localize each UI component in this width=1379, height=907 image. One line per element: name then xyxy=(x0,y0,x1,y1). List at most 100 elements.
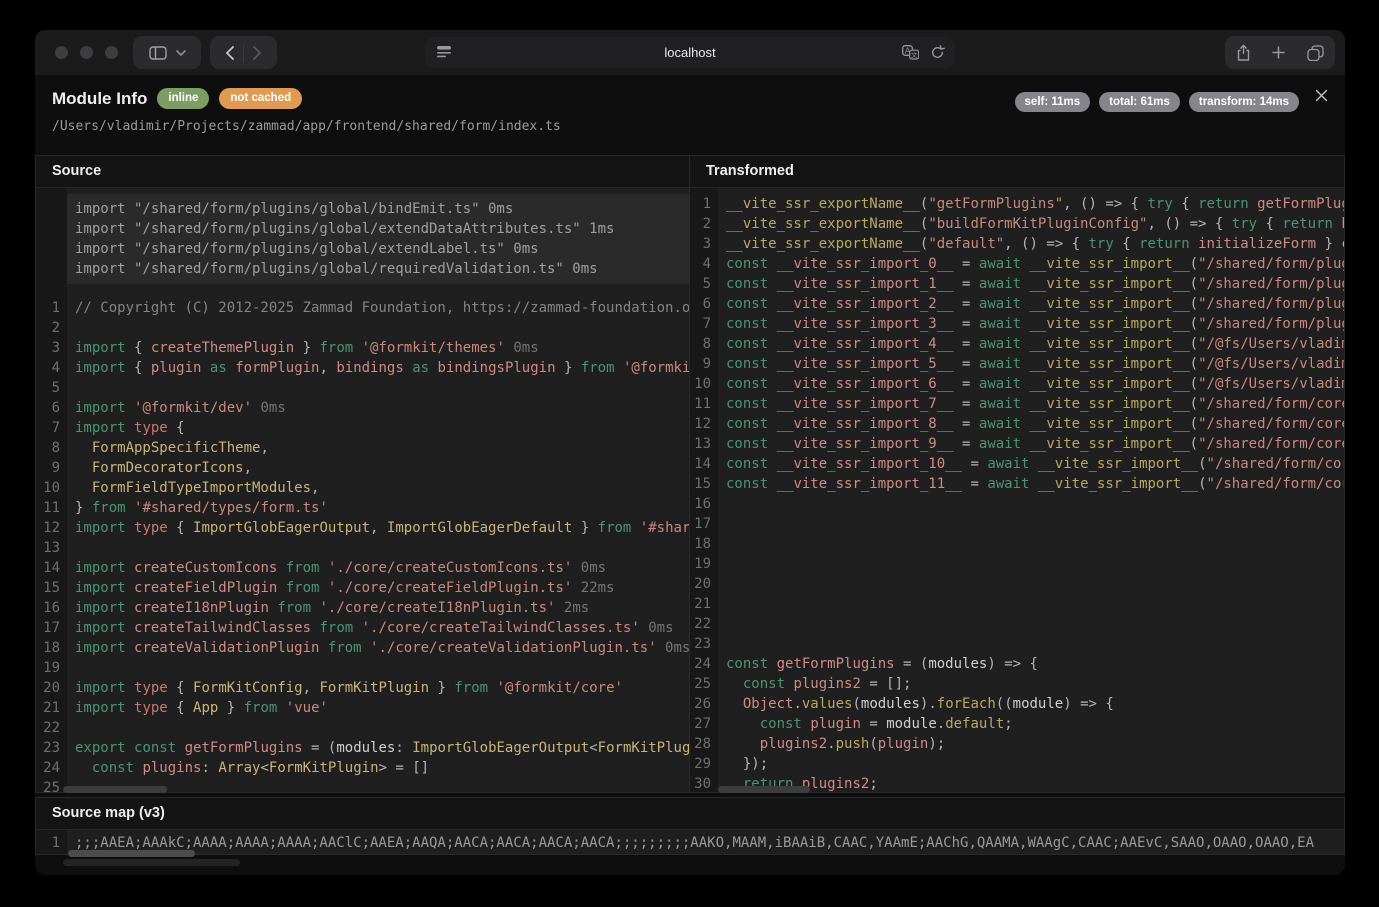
line-number: 9 xyxy=(36,458,60,478)
code-line: 8 FormAppSpecificTheme, xyxy=(36,438,689,458)
code-text: Object.values(modules).forEach((module) … xyxy=(726,694,1114,714)
line-number: 19 xyxy=(690,554,711,574)
code-text: const getFormPlugins = (modules) => { xyxy=(726,654,1038,674)
sourcemap-mappings: ;;;AAEA;AAAkC;AAAA;AAAA;AAAA;AAClC;AAEA;… xyxy=(75,830,1314,855)
code-line: 2 xyxy=(36,318,689,338)
code-line: 18 xyxy=(690,534,1344,554)
code-line: 3 __vite_ssr_exportName__("default", () =… xyxy=(690,234,1344,254)
page-horizontal-scrollbar[interactable] xyxy=(63,859,240,866)
line-number: 14 xyxy=(690,454,711,474)
tab-overview-icon[interactable] xyxy=(1307,45,1324,61)
code-line: 3import { createThemePlugin } from '@for… xyxy=(36,338,689,358)
minimize-window-button[interactable] xyxy=(80,46,93,59)
url-bar[interactable]: localhost A文 xyxy=(425,37,955,68)
code-line: 21import type { App } from 'vue' xyxy=(36,698,689,718)
line-number: 4 xyxy=(690,254,711,274)
line-number: 25 xyxy=(36,778,60,793)
line-number: 25 xyxy=(690,674,711,694)
code-text: import createFieldPlugin from './core/cr… xyxy=(75,578,615,598)
code-text: import createValidationPlugin from './co… xyxy=(75,638,689,658)
browser-window: localhost A文 Module Info i xyxy=(35,30,1345,875)
self-time-badge: self: 11ms xyxy=(1015,92,1091,112)
code-text: FormAppSpecificTheme, xyxy=(75,438,269,458)
code-text: FormFieldTypeImportModules, xyxy=(75,478,319,498)
zoom-window-button[interactable] xyxy=(105,46,118,59)
reload-icon[interactable] xyxy=(930,45,945,60)
close-window-button[interactable] xyxy=(55,46,68,59)
line-number: 5 xyxy=(690,274,711,294)
line-number: 14 xyxy=(36,558,60,578)
code-text: __vite_ssr_exportName__("default", () =>… xyxy=(726,234,1344,254)
transformed-panel: Transformed 1__vite_ssr_exportName__("ge… xyxy=(690,155,1345,793)
source-horizontal-scrollbar[interactable] xyxy=(63,786,167,793)
code-text: import '@formkit/dev' 0ms xyxy=(75,398,286,418)
code-text: plugins2.push(plugin); xyxy=(726,734,945,754)
code-text: __vite_ssr_exportName__("buildFormKitPlu… xyxy=(726,214,1344,234)
code-text: } from '#shared/types/form.ts' xyxy=(75,498,328,518)
back-button[interactable] xyxy=(225,46,234,60)
code-line: 5const __vite_ssr_import_1__ = await __v… xyxy=(690,274,1344,294)
forward-button[interactable] xyxy=(253,46,262,60)
line-number: 11 xyxy=(690,394,711,414)
code-line: 1// Copyright (C) 2012-2025 Zammad Found… xyxy=(36,298,689,318)
svg-text:文: 文 xyxy=(911,50,918,59)
line-number: 8 xyxy=(36,438,60,458)
source-code-area[interactable]: import "/shared/form/plugins/global/bind… xyxy=(36,188,689,793)
code-text: const __vite_ssr_import_4__ = await __vi… xyxy=(726,334,1344,354)
code-text: const plugins2 = []; xyxy=(726,674,911,694)
dep-line: import "/shared/form/plugins/global/bind… xyxy=(67,199,689,219)
line-number: 17 xyxy=(690,514,711,534)
line-number: 6 xyxy=(690,294,711,314)
code-text: const __vite_ssr_import_8__ = await __vi… xyxy=(726,414,1344,434)
code-line: 20 xyxy=(690,574,1344,594)
line-number: 2 xyxy=(690,214,711,234)
chevron-down-icon xyxy=(176,50,186,56)
transformed-horizontal-scrollbar[interactable] xyxy=(718,786,810,793)
sourcemap-horizontal-scrollbar[interactable] xyxy=(68,850,195,857)
code-text: }); xyxy=(726,754,768,774)
line-number: 1 xyxy=(36,298,60,318)
code-line: 16import createI18nPlugin from './core/c… xyxy=(36,598,689,618)
line-number: 20 xyxy=(690,574,711,594)
code-line: 1__vite_ssr_exportName__("getFormPlugins… xyxy=(690,194,1344,214)
code-line: 9const __vite_ssr_import_5__ = await __v… xyxy=(690,354,1344,374)
code-text: import type { App } from 'vue' xyxy=(75,698,328,718)
sidebar-toggle-button[interactable] xyxy=(133,36,201,69)
line-number: 16 xyxy=(690,494,711,514)
page-settings-icon[interactable] xyxy=(437,46,451,58)
toolbar-right-buttons xyxy=(1225,36,1335,69)
code-text: import { plugin as formPlugin, bindings … xyxy=(75,358,689,378)
code-text: const __vite_ssr_import_9__ = await __vi… xyxy=(726,434,1344,454)
new-tab-icon[interactable] xyxy=(1272,46,1285,59)
code-text: import createI18nPlugin from './core/cre… xyxy=(75,598,589,618)
code-text: const __vite_ssr_import_2__ = await __vi… xyxy=(726,294,1344,314)
code-line: 4const __vite_ssr_import_0__ = await __v… xyxy=(690,254,1344,274)
line-number: 20 xyxy=(36,678,60,698)
traffic-lights xyxy=(55,46,118,59)
imported-deps-block: import "/shared/form/plugins/global/bind… xyxy=(67,194,689,284)
nav-divider xyxy=(243,44,244,62)
line-number: 7 xyxy=(690,314,711,334)
line-number: 26 xyxy=(690,694,711,714)
code-line: 5 xyxy=(36,378,689,398)
code-line: 25 const plugins2 = []; xyxy=(690,674,1344,694)
code-line: 26 Object.values(modules).forEach((modul… xyxy=(690,694,1344,714)
code-line: 10 FormFieldTypeImportModules, xyxy=(36,478,689,498)
code-line: 11const __vite_ssr_import_7__ = await __… xyxy=(690,394,1344,414)
code-line: 14const __vite_ssr_import_10__ = await _… xyxy=(690,454,1344,474)
code-line: 23export const getFormPlugins = (modules… xyxy=(36,738,689,758)
line-number: 2 xyxy=(36,318,60,338)
code-line: 8const __vite_ssr_import_4__ = await __v… xyxy=(690,334,1344,354)
line-number: 3 xyxy=(690,234,711,254)
close-icon[interactable] xyxy=(1314,88,1329,108)
code-line: 10const __vite_ssr_import_6__ = await __… xyxy=(690,374,1344,394)
code-line: 19 xyxy=(36,658,689,678)
share-icon[interactable] xyxy=(1236,44,1251,62)
not-cached-badge: not cached xyxy=(219,88,302,109)
code-text: import { createThemePlugin } from '@form… xyxy=(75,338,539,358)
source-panel: Source import "/shared/form/plugins/glob… xyxy=(35,155,690,793)
translate-icon[interactable]: A文 xyxy=(902,45,919,60)
transformed-code-area[interactable]: 1__vite_ssr_exportName__("getFormPlugins… xyxy=(690,188,1344,793)
code-text: const __vite_ssr_import_6__ = await __vi… xyxy=(726,374,1344,394)
code-line: 13const __vite_ssr_import_9__ = await __… xyxy=(690,434,1344,454)
